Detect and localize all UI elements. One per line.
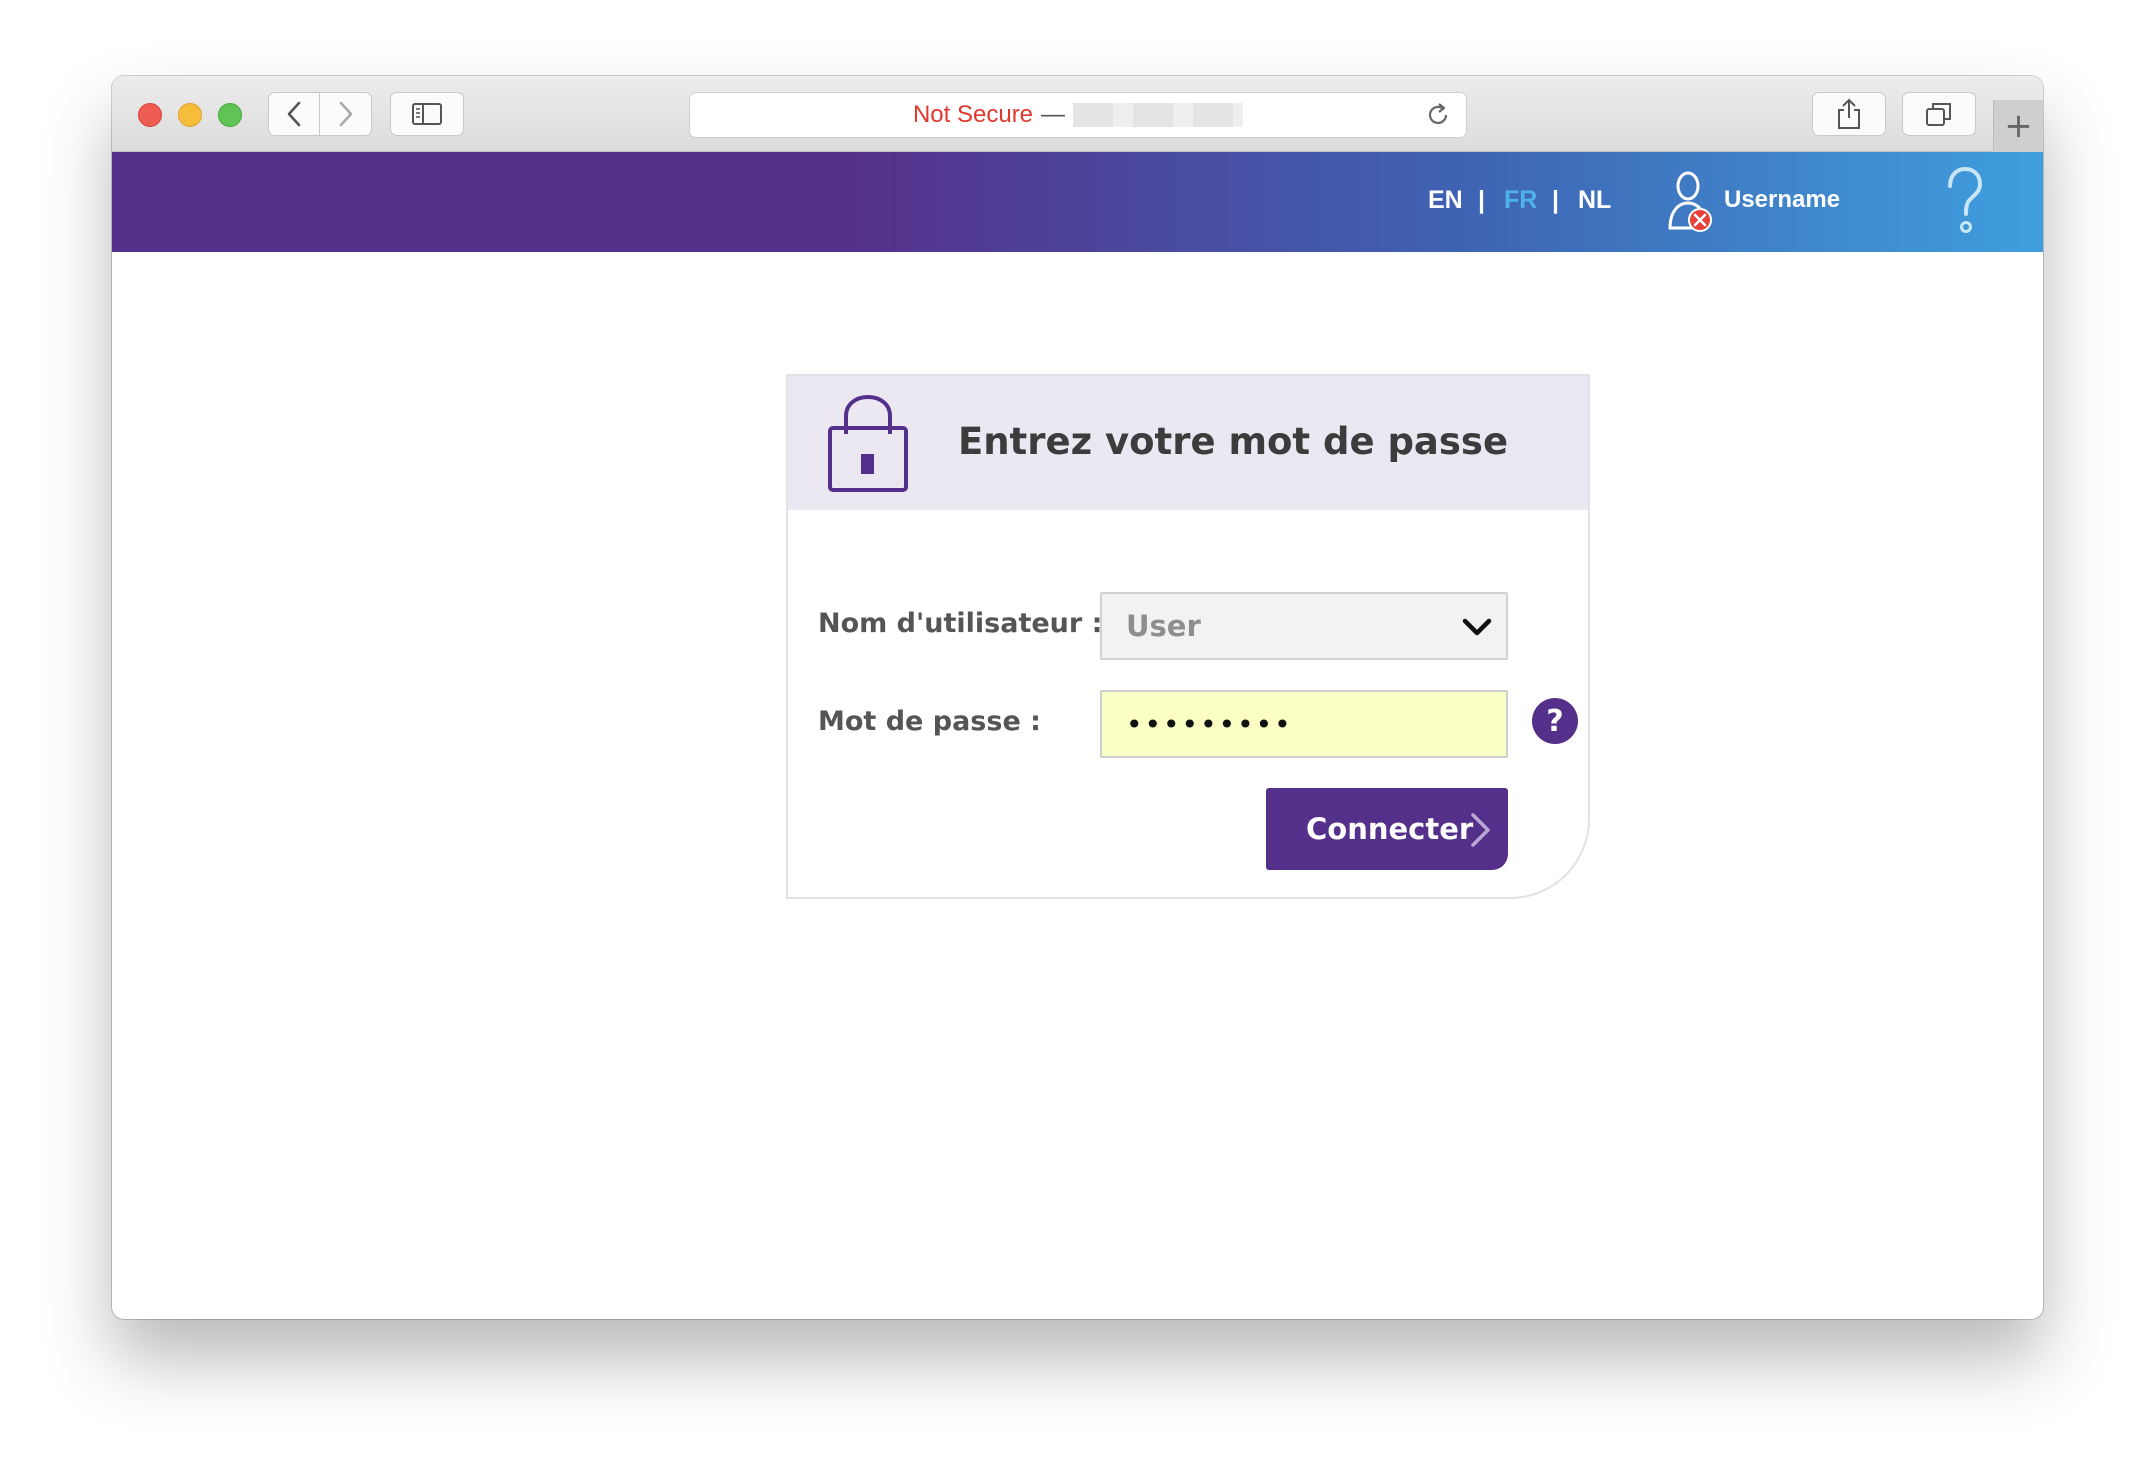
back-button[interactable] — [268, 92, 320, 136]
password-masked-value: ••••••••• — [1126, 707, 1293, 741]
lang-nl-link[interactable]: NL — [1578, 186, 1611, 215]
connect-button[interactable]: Connecter — [1266, 788, 1508, 870]
username-label[interactable]: Username — [1724, 186, 1840, 214]
minimize-window-button[interactable] — [178, 103, 202, 127]
browser-titlebar: Not Secure — + — [112, 76, 2043, 152]
share-button[interactable] — [1812, 92, 1886, 136]
username-field-label: Nom d'utilisateur : — [818, 608, 1103, 639]
chevron-right-icon — [339, 101, 352, 127]
lang-fr-link[interactable]: FR — [1504, 186, 1537, 215]
sidebar-icon — [412, 103, 442, 125]
password-input[interactable]: ••••••••• — [1100, 690, 1508, 758]
chevron-down-icon — [1462, 618, 1492, 636]
not-secure-label: Not Secure — [912, 101, 1034, 128]
sidebar-toggle-button[interactable] — [390, 92, 464, 136]
address-separator: — — [1041, 101, 1066, 128]
password-help-button[interactable]: ? — [1532, 698, 1578, 744]
login-card-header: Entrez votre mot de passe — [788, 376, 1588, 510]
tabs-icon — [1926, 103, 1951, 126]
username-select[interactable]: User — [1100, 592, 1508, 660]
chevron-right-icon — [1471, 813, 1490, 847]
lang-separator: | — [1478, 186, 1485, 214]
close-window-button[interactable] — [138, 103, 162, 127]
password-field-label: Mot de passe : — [818, 706, 1041, 737]
tab-overview-button[interactable] — [1902, 92, 1976, 136]
lang-separator: | — [1552, 186, 1559, 214]
reload-icon[interactable] — [1424, 101, 1452, 129]
lang-en-link[interactable]: EN — [1428, 186, 1463, 215]
connect-button-label: Connecter — [1306, 812, 1474, 846]
share-icon — [1838, 98, 1860, 129]
chevron-left-icon — [287, 101, 301, 127]
username-select-value: User — [1126, 609, 1201, 643]
user-logged-out-icon[interactable] — [1666, 170, 1716, 234]
new-tab-button[interactable]: + — [1993, 100, 2043, 152]
zoom-window-button[interactable] — [218, 103, 242, 127]
help-question-icon[interactable] — [1942, 166, 1986, 236]
address-bar[interactable]: Not Secure — — [689, 92, 1467, 138]
forward-button[interactable] — [320, 92, 372, 136]
site-header: EN | FR | NL Username — [112, 152, 2043, 252]
browser-window: Not Secure — + EN | FR | NL Username Ent… — [112, 76, 2043, 1319]
redacted-url — [1073, 103, 1244, 127]
login-card: Entrez votre mot de passe Nom d'utilisat… — [786, 374, 1590, 899]
login-title: Entrez votre mot de passe — [957, 420, 1509, 463]
